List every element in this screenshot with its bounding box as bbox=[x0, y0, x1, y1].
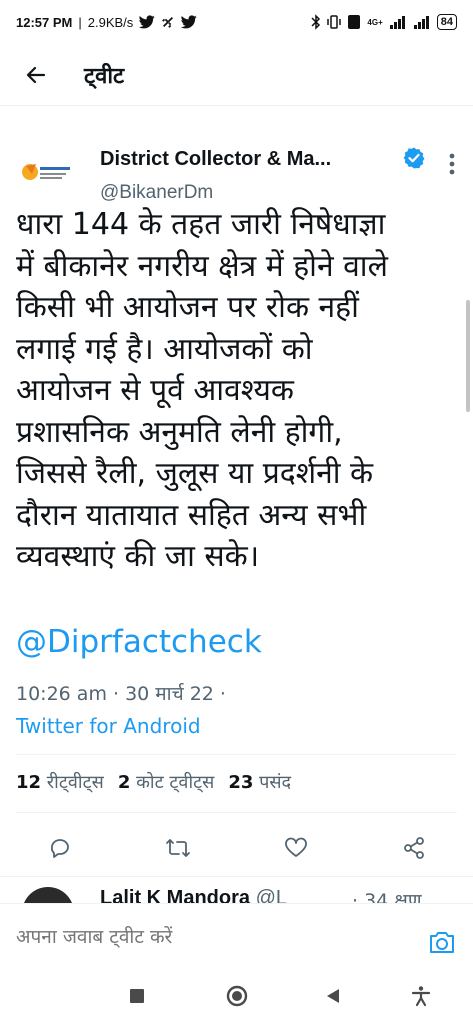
public-relations-logo-icon bbox=[22, 164, 70, 180]
square-icon bbox=[130, 989, 144, 1003]
mention-link[interactable]: @Diprfactcheck bbox=[16, 624, 262, 660]
divider bbox=[16, 754, 457, 755]
satellite-icon bbox=[161, 15, 175, 29]
recents-button[interactable] bbox=[120, 979, 154, 1013]
like-button[interactable] bbox=[276, 828, 316, 868]
retweet-button[interactable] bbox=[158, 828, 198, 868]
tweet-source-link[interactable]: Twitter for Android bbox=[16, 714, 201, 738]
twitter-notification-icon-2 bbox=[181, 15, 198, 29]
tweet-stats: 12 रीट्वीट्स 2 कोट ट्वीट्स 23 पसंद bbox=[16, 770, 291, 794]
quotes-label: कोट ट्वीट्स bbox=[136, 772, 215, 793]
retweet-icon bbox=[166, 839, 190, 857]
page-title: ट्वीट bbox=[84, 63, 125, 89]
triangle-back-icon bbox=[327, 989, 339, 1003]
status-divider: | bbox=[78, 14, 82, 30]
status-speed: 2.9KB/s bbox=[87, 14, 134, 30]
reply-icon bbox=[50, 839, 69, 858]
quotes-stat[interactable]: 2 कोट ट्वीट्स bbox=[118, 770, 215, 794]
reply-input[interactable] bbox=[16, 920, 416, 954]
retweets-count: 12 bbox=[16, 772, 42, 793]
heart-icon bbox=[285, 837, 307, 857]
back-button[interactable] bbox=[14, 53, 58, 97]
signal-icon-2 bbox=[413, 15, 431, 29]
camera-icon bbox=[430, 932, 454, 953]
signal-icon bbox=[389, 15, 407, 29]
camera-button[interactable] bbox=[422, 922, 462, 962]
more-vertical-icon bbox=[449, 153, 455, 175]
tweet-date: 30 मार्च 22 bbox=[125, 683, 214, 705]
status-bar: 12:57 PM | 2.9KB/s 4G+ 84 bbox=[0, 0, 473, 44]
author-name[interactable]: District Collector & Ma... bbox=[100, 148, 331, 171]
quotes-count: 2 bbox=[117, 772, 131, 793]
network-type-label: 4G+ bbox=[367, 17, 383, 27]
reply-compose-bar bbox=[0, 903, 473, 969]
avatar[interactable] bbox=[16, 144, 76, 204]
divider-3 bbox=[0, 876, 473, 877]
retweets-stat[interactable]: 12 रीट्वीट्स bbox=[16, 770, 104, 794]
tweet-actions bbox=[0, 828, 473, 868]
reply-button[interactable] bbox=[40, 828, 80, 868]
more-options-button[interactable] bbox=[438, 150, 466, 178]
accessibility-button[interactable] bbox=[404, 979, 438, 1013]
share-button[interactable] bbox=[394, 828, 434, 868]
bluetooth-icon bbox=[311, 14, 321, 30]
tweet-time: 10:26 am bbox=[16, 683, 107, 705]
likes-stat[interactable]: 23 पसंद bbox=[228, 770, 291, 794]
likes-count: 23 bbox=[228, 772, 254, 793]
scrollbar[interactable] bbox=[466, 300, 470, 412]
retweets-label: रीट्वीट्स bbox=[46, 772, 104, 793]
verified-badge-icon bbox=[402, 146, 426, 170]
system-nav-bar bbox=[0, 969, 473, 1024]
divider-2 bbox=[16, 812, 457, 813]
share-icon bbox=[404, 837, 424, 859]
status-time: 12:57 PM bbox=[16, 14, 73, 30]
tweet-text: धारा 144 के तहत जारी निषेधाज्ञा में बीका… bbox=[16, 207, 388, 574]
tweet-timestamp: 10:26 am · 30 मार्च 22 · bbox=[16, 680, 226, 706]
top-app-bar: ट्वीट bbox=[0, 44, 473, 106]
arrow-left-icon bbox=[26, 66, 46, 83]
twitter-notification-icon bbox=[139, 15, 156, 29]
meta-dot-2: · bbox=[219, 683, 226, 705]
back-nav-button[interactable] bbox=[316, 979, 350, 1013]
battery-indicator: 84 bbox=[436, 14, 457, 30]
author-handle[interactable]: @BikanerDm bbox=[100, 182, 213, 204]
accessibility-icon bbox=[411, 986, 431, 1007]
meta-dot: · bbox=[113, 683, 126, 705]
circle-icon bbox=[226, 985, 248, 1007]
volte-icon bbox=[347, 14, 361, 30]
home-button[interactable] bbox=[220, 979, 254, 1013]
likes-label: पसंद bbox=[259, 772, 292, 793]
tweet-author: District Collector & Ma... @BikanerDm bbox=[0, 124, 473, 204]
vibrate-icon bbox=[327, 14, 342, 30]
